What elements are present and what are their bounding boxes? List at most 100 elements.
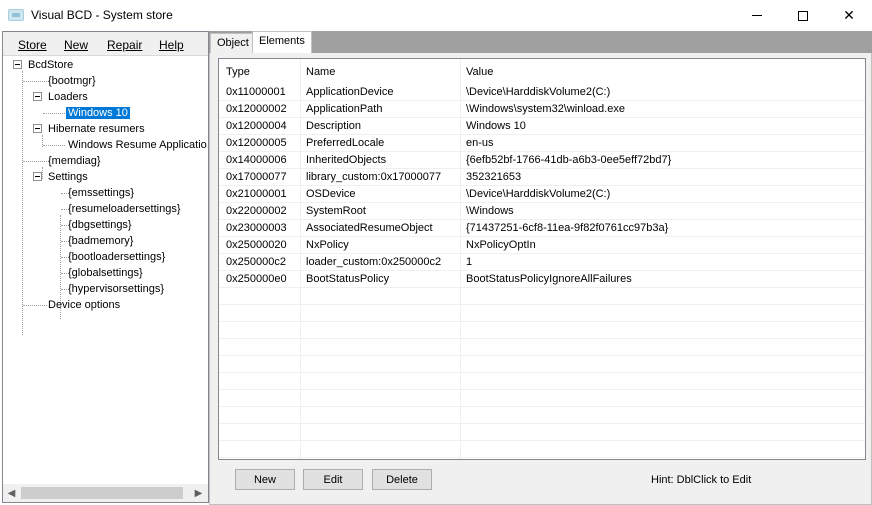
tree-node-windows-10-label: Windows 10	[66, 107, 130, 119]
tree-node-hypervisorsettings[interactable]: {hypervisorsettings}	[68, 281, 164, 297]
tree-line	[22, 71, 23, 335]
menu-help[interactable]: Help	[159, 38, 184, 52]
cell-value: 1	[466, 256, 473, 268]
tab-strip: Object Elements	[209, 31, 872, 54]
minimize-icon	[752, 15, 762, 16]
tree-line	[61, 257, 67, 258]
cell-name: ApplicationPath	[306, 103, 383, 115]
tree-node-emssettings[interactable]: {emssettings}	[68, 185, 134, 201]
cell-name: loader_custom:0x250000c2	[306, 256, 442, 268]
cell-type: 0x17000077	[226, 171, 287, 183]
menu-bar: Store New Repair Help	[3, 32, 208, 56]
table-row[interactable]: 0x21000001 OSDevice \Device\HarddiskVolume…	[219, 186, 865, 203]
scroll-right-icon[interactable]: ▶	[190, 484, 207, 502]
tree-node-bcdstore[interactable]: BcdStore	[28, 57, 73, 73]
cell-value: 352321653	[466, 171, 522, 183]
column-header-type[interactable]: Type	[226, 66, 250, 78]
bcd-tree[interactable]: BcdStore {bootmgr} Loaders Windows 10 Hi…	[3, 57, 208, 477]
tree-node-memdiag[interactable]: {memdiag}	[48, 153, 101, 169]
tree-node-resumeloadersettings[interactable]: {resumeloadersettings}	[68, 201, 181, 217]
table-row[interactable]: 0x12000005 PreferredLocale en-us	[219, 135, 865, 152]
cell-value: \Device\HarddiskVolume2(C:)	[466, 188, 611, 200]
menu-help-label: Help	[159, 38, 184, 52]
tree-line	[61, 193, 67, 194]
tree-node-settings[interactable]: Settings	[48, 169, 88, 185]
cell-type: 0x12000005	[226, 137, 287, 149]
menu-new-label: New	[64, 38, 89, 52]
tree-node-windows-resume[interactable]: Windows Resume Applicatio	[68, 137, 207, 153]
table-row[interactable]: 0x25000020 NxPolicy NxPolicyOptIn	[219, 237, 865, 254]
empty-row	[219, 407, 865, 424]
tab-object[interactable]: Object	[210, 33, 256, 53]
tree-line	[43, 113, 65, 114]
scroll-left-icon[interactable]: ◀	[3, 484, 20, 502]
empty-row	[219, 441, 865, 458]
menu-new[interactable]: New	[64, 38, 88, 52]
horizontal-scrollbar[interactable]: ◀ ▶	[3, 484, 208, 502]
window-title: Visual BCD - System store	[31, 8, 173, 22]
table-row[interactable]: 0x250000c2 loader_custom:0x250000c2 1	[219, 254, 865, 271]
tree-node-hibernate-resumers[interactable]: Hibernate resumers	[48, 121, 145, 137]
collapse-icon[interactable]	[33, 124, 42, 133]
tree-line	[61, 209, 67, 210]
collapse-icon[interactable]	[33, 172, 42, 181]
empty-row	[219, 356, 865, 373]
cell-name: SystemRoot	[306, 205, 366, 217]
menu-store[interactable]: Store	[18, 38, 47, 52]
cell-value: \Device\HarddiskVolume2(C:)	[466, 86, 611, 98]
cell-type: 0x22000002	[226, 205, 287, 217]
tree-node-bootmgr[interactable]: {bootmgr}	[48, 73, 96, 89]
edit-button[interactable]: Edit	[303, 469, 363, 490]
left-panel: Store New Repair Help BcdStore {bootmgr}…	[2, 31, 209, 503]
maximize-icon	[798, 10, 808, 21]
title-bar: Visual BCD - System store ✕	[0, 0, 872, 31]
grid-header: Type Name Value	[219, 59, 865, 83]
table-row[interactable]: 0x12000002 ApplicationPath \Windows\system…	[219, 101, 865, 118]
tree-node-dbgsettings[interactable]: {dbgsettings}	[68, 217, 132, 233]
empty-row	[219, 288, 865, 305]
tree-node-device-options[interactable]: Device options	[48, 297, 120, 313]
table-row[interactable]: 0x23000003 AssociatedResumeObject {7143725…	[219, 220, 865, 237]
table-row[interactable]: 0x11000001 ApplicationDevice \Device\Hardd…	[219, 84, 865, 101]
tree-node-loaders[interactable]: Loaders	[48, 89, 88, 105]
menu-repair-label: Repair	[107, 38, 143, 52]
table-row[interactable]: 0x17000077 library_custom:0x17000077 35232…	[219, 169, 865, 186]
cell-name: BootStatusPolicy	[306, 273, 390, 285]
tree-line	[23, 161, 47, 162]
tree-node-windows-10[interactable]: Windows 10	[66, 105, 130, 121]
tab-elements[interactable]: Elements	[252, 31, 312, 54]
tree-node-globalsettings[interactable]: {globalsettings}	[68, 265, 143, 281]
empty-row	[219, 390, 865, 407]
app-icon	[8, 9, 24, 21]
empty-row	[219, 339, 865, 356]
collapse-icon[interactable]	[13, 60, 22, 69]
cell-type: 0x14000006	[226, 154, 287, 166]
tree-node-badmemory[interactable]: {badmemory}	[68, 233, 133, 249]
delete-button[interactable]: Delete	[372, 469, 432, 490]
table-row[interactable]: 0x250000e0 BootStatusPolicy BootStatusPoli…	[219, 271, 865, 288]
table-row[interactable]: 0x14000006 InheritedObjects {6efb52bf-1766…	[219, 152, 865, 169]
cell-value: {6efb52bf-1766-41db-a6b3-0ee5eff72bd7}	[466, 154, 672, 166]
new-button[interactable]: New	[235, 469, 295, 490]
cell-type: 0x23000003	[226, 222, 287, 234]
cell-value: BootStatusPolicyIgnoreAllFailures	[466, 273, 632, 285]
cell-type: 0x11000001	[226, 86, 286, 98]
table-row[interactable]: 0x22000002 SystemRoot \Windows	[219, 203, 865, 220]
close-button[interactable]: ✕	[826, 0, 872, 31]
scroll-thumb[interactable]	[21, 487, 183, 499]
maximize-button[interactable]	[780, 0, 826, 31]
column-header-name[interactable]: Name	[306, 66, 335, 78]
cell-value: Windows 10	[466, 120, 526, 132]
column-header-value[interactable]: Value	[466, 66, 493, 78]
cell-type: 0x250000c2	[226, 256, 286, 268]
tree-line	[23, 81, 47, 82]
collapse-icon[interactable]	[33, 92, 42, 101]
tree-node-bootloadersettings[interactable]: {bootloadersettings}	[68, 249, 165, 265]
minimize-button[interactable]	[734, 0, 780, 31]
cell-value: en-us	[466, 137, 494, 149]
menu-repair[interactable]: Repair	[107, 38, 142, 52]
elements-grid[interactable]: Type Name Value 0x11000001 ApplicationDev…	[218, 58, 866, 460]
cell-type: 0x12000002	[226, 103, 287, 115]
table-row[interactable]: 0x12000004 Description Windows 10	[219, 118, 865, 135]
tree-line	[61, 289, 67, 290]
